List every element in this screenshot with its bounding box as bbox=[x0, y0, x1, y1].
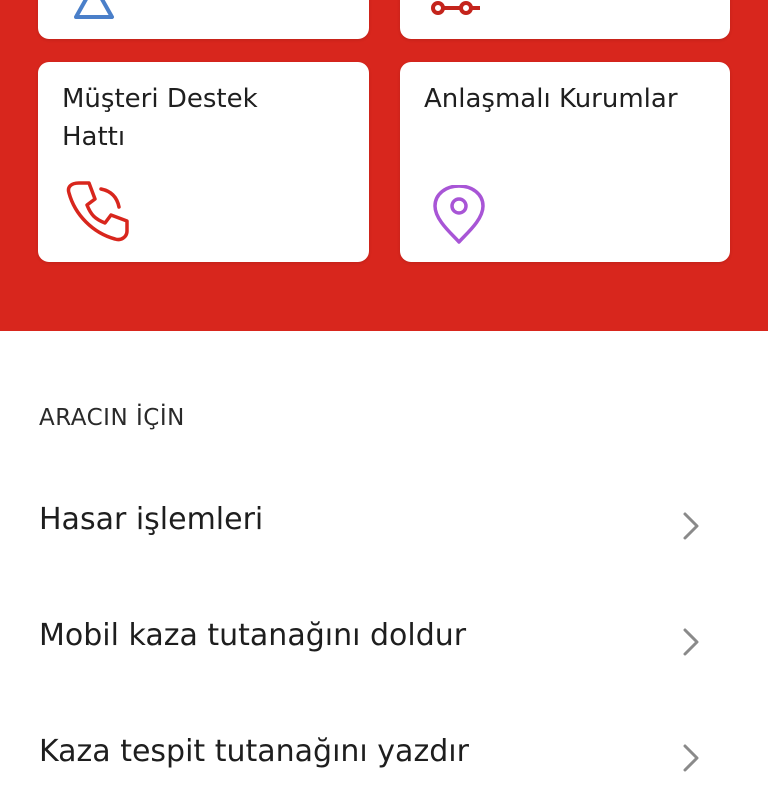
top-left-card[interactable] bbox=[38, 0, 369, 39]
quick-actions-panel: Müşteri Destek Hattı Anlaşmalı Kurumlar bbox=[0, 0, 768, 331]
partner-institutions-label: Anlaşmalı Kurumlar bbox=[424, 84, 678, 114]
phone-icon bbox=[66, 181, 129, 242]
menu-item-claims[interactable]: Hasar işlemleri bbox=[0, 480, 768, 570]
top-right-card[interactable] bbox=[400, 0, 730, 39]
warning-triangle-icon bbox=[74, 0, 114, 19]
chevron-right-icon bbox=[683, 512, 699, 540]
menu-item-label: Hasar işlemleri bbox=[39, 502, 264, 537]
menu-item-mobile-accident-report[interactable]: Mobil kaza tutanağını doldur bbox=[0, 596, 768, 686]
section-title: ARACIN İÇİN bbox=[39, 405, 185, 431]
partner-institutions-card[interactable]: Anlaşmalı Kurumlar bbox=[400, 62, 730, 262]
chevron-right-icon bbox=[683, 628, 699, 656]
location-pin-icon bbox=[433, 185, 485, 244]
menu-item-label: Kaza tespit tutanağını yazdır bbox=[39, 734, 469, 769]
customer-support-label: Müşteri Destek Hattı bbox=[62, 84, 258, 152]
menu-item-print-accident-report[interactable]: Kaza tespit tutanağını yazdır bbox=[0, 712, 768, 802]
chevron-right-icon bbox=[683, 744, 699, 772]
customer-support-card[interactable]: Müşteri Destek Hattı bbox=[38, 62, 369, 262]
accident-icon bbox=[431, 1, 480, 15]
menu-item-label: Mobil kaza tutanağını doldur bbox=[39, 618, 467, 653]
